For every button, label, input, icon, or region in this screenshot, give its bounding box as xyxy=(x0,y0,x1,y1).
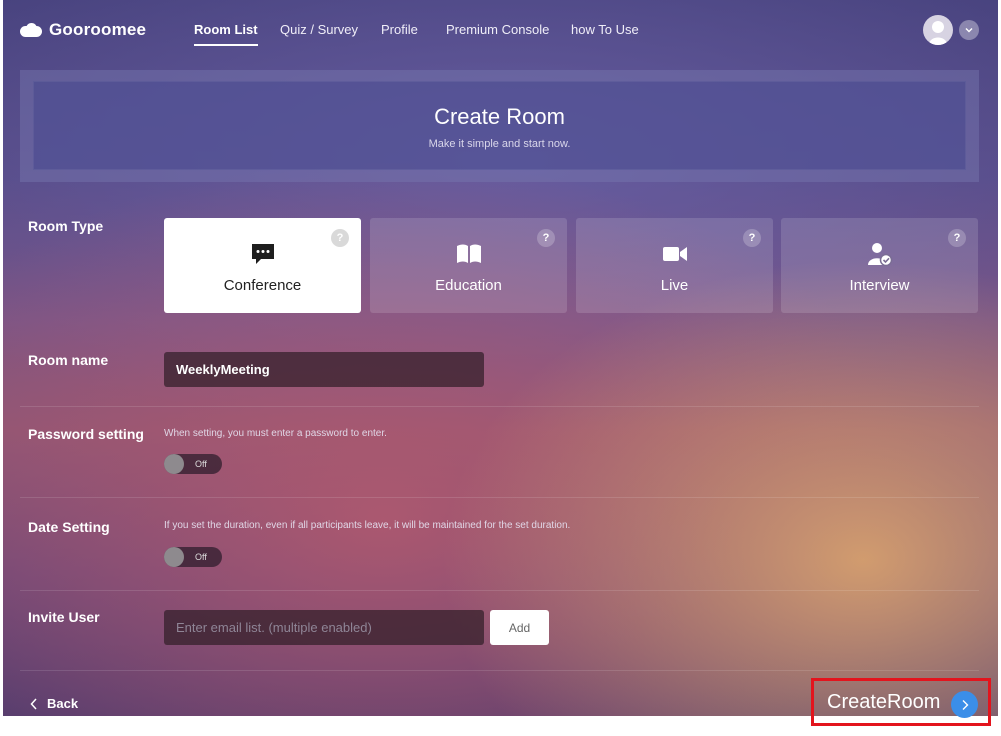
account-menu-button[interactable] xyxy=(959,20,979,40)
add-invite-button[interactable]: Add xyxy=(490,610,549,645)
room-type-name: Conference xyxy=(223,277,302,294)
top-nav: Gooroomee Room List Quiz / Survey Profil… xyxy=(3,0,998,62)
create-room-page: Gooroomee Room List Quiz / Survey Profil… xyxy=(3,0,998,716)
video-camera-icon xyxy=(662,242,688,266)
room-name-label: Room name xyxy=(28,352,109,368)
back-button[interactable]: Back xyxy=(30,696,78,711)
user-silhouette-icon xyxy=(929,21,947,45)
help-icon[interactable]: ? xyxy=(537,229,555,247)
brand-name: Gooroomee xyxy=(49,20,147,39)
chevron-left-icon xyxy=(30,697,37,710)
nav-premium-console[interactable]: Premium Console xyxy=(446,22,549,37)
user-check-icon xyxy=(867,242,893,266)
chevron-down-icon xyxy=(965,28,973,33)
open-book-icon xyxy=(456,242,482,266)
date-toggle[interactable]: Off xyxy=(164,547,222,567)
toggle-state: Off xyxy=(195,459,207,469)
help-icon[interactable]: ? xyxy=(331,229,349,247)
invite-user-label: Invite User xyxy=(28,609,100,625)
nav-how-to-use[interactable]: how To Use xyxy=(571,22,639,37)
help-icon[interactable]: ? xyxy=(948,229,966,247)
create-room-banner: Create Room Make it simple and start now… xyxy=(20,70,979,182)
section-divider xyxy=(20,406,979,407)
section-divider xyxy=(20,590,979,591)
create-room-label: CreateRoom xyxy=(827,691,941,713)
user-avatar[interactable] xyxy=(923,15,953,45)
invite-email-input[interactable] xyxy=(164,610,484,645)
room-type-interview[interactable]: ? Interview xyxy=(781,218,978,313)
banner-panel: Create Room Make it simple and start now… xyxy=(33,81,966,170)
room-name-input[interactable] xyxy=(164,352,484,387)
page-title: Create Room xyxy=(434,104,565,129)
password-hint: When setting, you must enter a password … xyxy=(164,428,387,439)
brand-logo[interactable]: Gooroomee xyxy=(20,20,146,40)
create-room-button[interactable]: CreateRoom xyxy=(811,678,991,726)
room-type-name: Interview xyxy=(849,277,910,294)
room-type-education[interactable]: ? Education xyxy=(370,218,567,313)
nav-room-list[interactable]: Room List xyxy=(194,22,258,46)
room-type-label: Room Type xyxy=(28,218,104,234)
page-subtitle: Make it simple and start now. xyxy=(428,138,571,150)
section-divider xyxy=(20,497,979,498)
room-type-live[interactable]: ? Live xyxy=(576,218,773,313)
date-hint: If you set the duration, even if all par… xyxy=(164,520,571,531)
chevron-right-icon xyxy=(951,691,978,718)
nav-profile[interactable]: Profile xyxy=(381,22,418,37)
nav-quiz-survey[interactable]: Quiz / Survey xyxy=(280,22,358,37)
password-toggle[interactable]: Off xyxy=(164,454,222,474)
password-setting-label: Password setting xyxy=(28,426,144,442)
toggle-knob xyxy=(164,454,184,474)
toggle-state: Off xyxy=(195,552,207,562)
chat-bubble-icon xyxy=(250,242,276,266)
back-label: Back xyxy=(47,696,79,711)
toggle-knob xyxy=(164,547,184,567)
room-type-name: Education xyxy=(435,277,502,294)
room-type-name: Live xyxy=(660,277,689,294)
help-icon[interactable]: ? xyxy=(743,229,761,247)
cloud-logo-icon xyxy=(20,23,42,37)
section-divider xyxy=(20,670,979,671)
room-type-conference[interactable]: ? Conference xyxy=(164,218,361,313)
date-setting-label: Date Setting xyxy=(28,519,110,535)
